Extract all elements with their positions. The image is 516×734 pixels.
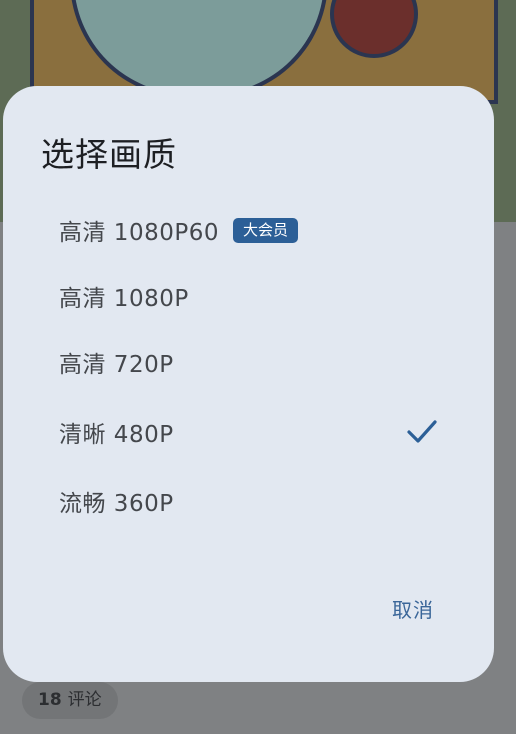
check-icon: [407, 420, 437, 443]
quality-select-dialog: 选择画质 高清 1080P60 大会员 高清 1080P 高清 720P 清晰 …: [3, 86, 494, 682]
quality-option-label: 清晰 480P: [59, 422, 174, 448]
quality-option-720p[interactable]: 高清 720P: [3, 329, 494, 395]
quality-option-1080p[interactable]: 高清 1080P: [3, 263, 494, 329]
quality-option-1080p60[interactable]: 高清 1080P60 大会员: [3, 197, 494, 263]
quality-option-label: 高清 720P: [59, 352, 174, 378]
comment-count: 18: [38, 690, 62, 710]
vip-badge: 大会员: [232, 217, 298, 243]
cancel-button[interactable]: 取消: [392, 594, 434, 623]
quality-option-360p[interactable]: 流畅 360P: [3, 468, 494, 534]
dialog-title: 选择画质: [41, 135, 177, 174]
quality-option-label: 流畅 360P: [59, 491, 174, 517]
comment-count-chip[interactable]: 18 评论: [22, 682, 118, 719]
quality-option-label: 高清 1080P60: [59, 220, 219, 246]
quality-option-480p[interactable]: 清晰 480P: [3, 399, 494, 465]
quality-option-label: 高清 1080P: [59, 286, 189, 312]
comment-label: 评论: [67, 690, 102, 710]
